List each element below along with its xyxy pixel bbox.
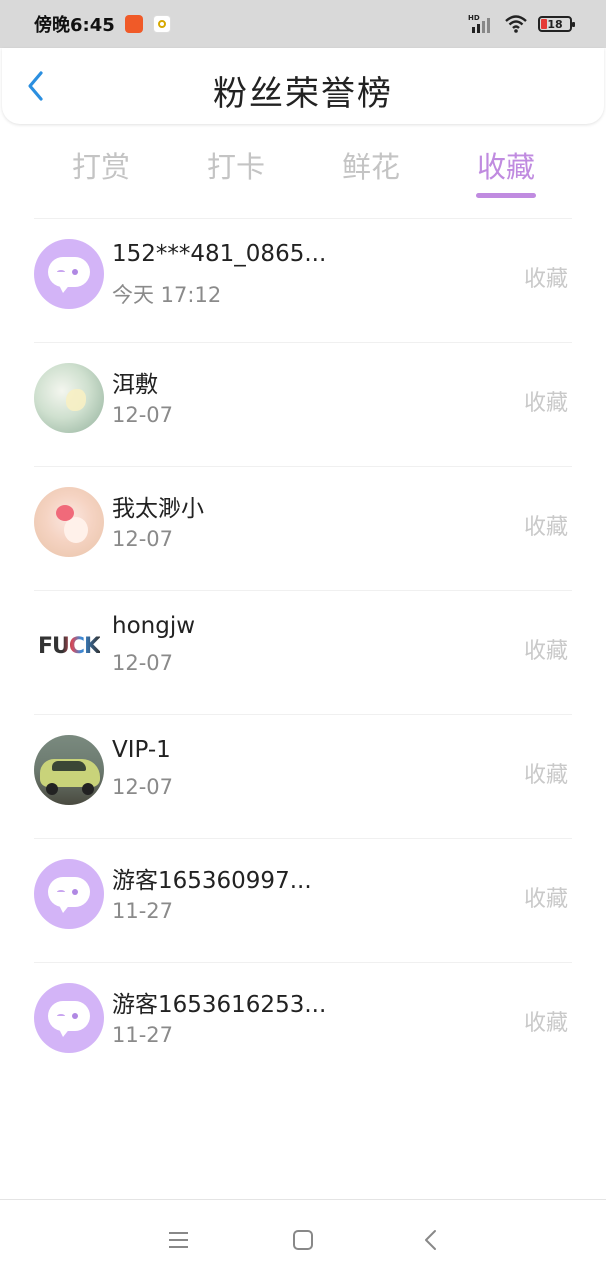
action-label: 收藏 — [523, 515, 568, 540]
list-item[interactable]: 我太渺小 12-07 收藏 — [34, 466, 572, 590]
avatar: FUCK — [34, 611, 104, 681]
car-window — [52, 761, 86, 771]
qq-browser-notification-icon — [152, 15, 171, 33]
avatar-text: FUCK — [37, 633, 101, 659]
user-name: 游客165360997... — [112, 868, 312, 894]
avatar — [34, 983, 104, 1053]
app-notification-icon — [124, 15, 143, 33]
action-label: 收藏 — [523, 763, 568, 788]
user-name: 152***481_0865... — [112, 241, 327, 267]
status-time: 傍晚6:45 — [34, 15, 115, 36]
list-item[interactable]: 洱敷 12-07 收藏 — [34, 342, 572, 466]
header-bar: 粉丝荣誉榜 — [2, 48, 604, 124]
home-button[interactable] — [288, 1228, 318, 1254]
tab-checkin[interactable]: 打卡 — [191, 144, 281, 186]
system-back-button[interactable] — [416, 1228, 446, 1254]
wifi-icon — [505, 15, 527, 33]
tab-tip[interactable]: 打赏 — [56, 144, 146, 186]
hd-label: HD — [468, 14, 480, 22]
car-wheel — [46, 783, 58, 795]
page-title: 粉丝荣誉榜 — [213, 74, 393, 114]
tab-favorites[interactable]: 收藏 — [461, 144, 551, 186]
list-item[interactable]: 游客165360997... 11-27 收藏 — [34, 838, 572, 962]
user-name: hongjw — [112, 613, 196, 639]
action-label: 收藏 — [523, 887, 568, 912]
avatar-art — [64, 517, 88, 543]
avatar-eye — [57, 890, 65, 894]
user-name: VIP-1 — [112, 737, 171, 763]
system-nav-bar — [0, 1199, 606, 1281]
timestamp: 12-07 — [112, 403, 174, 427]
avatar-art — [56, 505, 74, 521]
chat-bubble-icon — [48, 877, 90, 913]
avatar-art — [66, 389, 86, 411]
home-square-icon — [293, 1230, 313, 1250]
status-bar: 傍晚6:45 HD 18 — [0, 0, 606, 48]
avatar — [34, 735, 104, 805]
timestamp: 12-07 — [112, 527, 174, 551]
battery-level: 18 — [547, 17, 563, 31]
avatar-eye — [72, 1013, 78, 1019]
timestamp: 11-27 — [112, 899, 174, 923]
avatar — [34, 239, 104, 309]
avatar — [34, 487, 104, 557]
timestamp: 今天 17:12 — [112, 283, 222, 307]
list-item[interactable]: 152***481_0865... 今天 17:12 收藏 — [34, 218, 572, 342]
fan-list: 152***481_0865... 今天 17:12 收藏 洱敷 12-07 收… — [0, 218, 606, 1086]
action-label: 收藏 — [523, 639, 568, 664]
avatar — [34, 363, 104, 433]
list-item[interactable]: FUCK hongjw 12-07 收藏 — [34, 590, 572, 714]
tab-bar: 打赏 打卡 鲜花 收藏 — [0, 138, 606, 200]
menu-button[interactable] — [164, 1228, 194, 1254]
user-name: 游客1653616253... — [112, 992, 327, 1018]
status-left: 傍晚6:45 — [34, 11, 171, 37]
user-name: 洱敷 — [112, 372, 158, 398]
chat-bubble-icon — [48, 1001, 90, 1037]
status-right: HD 18 — [468, 13, 575, 35]
back-triangle-icon — [425, 1230, 436, 1250]
list-item[interactable]: 游客1653616253... 11-27 收藏 — [34, 962, 572, 1086]
action-label: 收藏 — [523, 267, 568, 292]
avatar-eye — [57, 1014, 65, 1018]
timestamp: 12-07 — [112, 775, 174, 799]
avatar-eye — [57, 270, 65, 274]
signal-icon: HD — [468, 14, 490, 33]
battery-icon: 18 — [538, 16, 575, 32]
active-tab-indicator — [476, 193, 536, 198]
tab-flowers[interactable]: 鲜花 — [326, 144, 416, 186]
chat-bubble-icon — [48, 257, 90, 293]
user-name: 我太渺小 — [112, 496, 204, 522]
action-label: 收藏 — [523, 1011, 568, 1036]
list-item[interactable]: VIP-1 12-07 收藏 — [34, 714, 572, 838]
car-wheel — [82, 783, 94, 795]
menu-icon — [169, 1232, 188, 1248]
timestamp: 11-27 — [112, 1023, 174, 1047]
avatar-eye — [72, 889, 78, 895]
timestamp: 12-07 — [112, 651, 174, 675]
avatar — [34, 859, 104, 929]
action-label: 收藏 — [523, 391, 568, 416]
avatar-eye — [72, 269, 78, 275]
